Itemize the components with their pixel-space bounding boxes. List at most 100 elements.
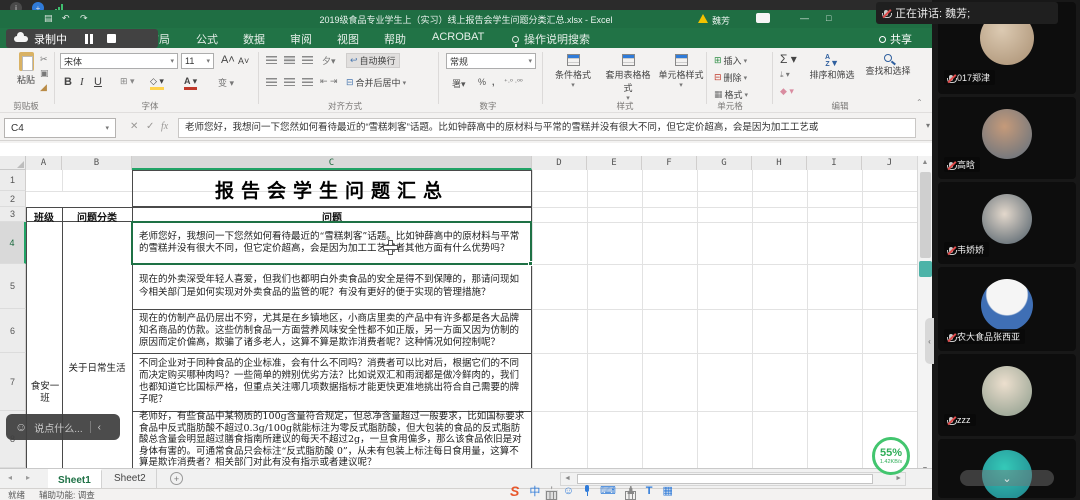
sort-filter-button[interactable]: AZ▼ 排序和筛选 (806, 54, 858, 81)
copy-icon[interactable]: ▣ (40, 68, 49, 79)
decimal-icons[interactable]: ⁺·⁰ ·⁰⁰ (504, 78, 523, 86)
sheet-tab-sheet2[interactable]: Sheet2 (104, 469, 157, 489)
tab-formulas[interactable]: 公式 (196, 31, 218, 47)
participant-tile[interactable]: ⌄ (938, 439, 1076, 498)
share-button[interactable]: 共享 (879, 31, 912, 47)
merge-center-button[interactable]: ⊟合并后居中▾ (346, 76, 406, 89)
italic-button[interactable]: I (80, 76, 84, 88)
cell-C6[interactable]: 现在的仿制产品仍层出不穷，尤其是在乡镇地区，小商店里卖的产品中有许多都是各大品牌… (133, 310, 531, 352)
cell-class-value[interactable]: 食安一班 (30, 381, 60, 405)
delete-cells-button[interactable]: ⊟删除▾ (714, 71, 747, 84)
stop-recording-button[interactable] (107, 34, 116, 43)
col-header-I[interactable]: I (807, 156, 862, 170)
row-header-3[interactable]: 3 (0, 207, 26, 222)
col-header-F[interactable]: F (642, 156, 697, 170)
tell-me-search[interactable]: 操作说明搜索 (512, 31, 590, 47)
font-size-select[interactable]: 11▾ (181, 53, 214, 69)
align-top-icon[interactable] (266, 56, 277, 64)
col-header-A[interactable]: A (26, 156, 62, 170)
ribbon-options-icon[interactable] (756, 13, 770, 23)
maximize-button[interactable]: □ (826, 13, 831, 23)
font-color-icon[interactable]: A ▾ (184, 76, 197, 90)
expand-formula-bar-icon[interactable]: ▾ (926, 121, 930, 130)
sogou-logo[interactable]: S (510, 483, 519, 499)
chinese-mode-icon[interactable]: 中 (529, 483, 540, 499)
pause-recording-button[interactable] (85, 34, 93, 44)
bold-button[interactable]: B (64, 76, 72, 88)
punctuation-icon[interactable]: ’ (550, 485, 552, 497)
row-header-1[interactable]: 1 (0, 170, 26, 191)
fill-color-icon[interactable]: ◇ ▾ (150, 76, 164, 90)
selection-fill-handle[interactable] (528, 261, 533, 266)
cell-styles-button[interactable]: 单元格样式 ▾ (658, 54, 704, 89)
col-header-H[interactable]: H (752, 156, 807, 170)
grid-icon[interactable]: ▦ (663, 484, 673, 497)
tab-data[interactable]: 数据 (243, 31, 265, 47)
participant-tile[interactable]: 高晗 (938, 97, 1076, 179)
col-header-C[interactable]: C (132, 156, 532, 170)
status-accessibility[interactable]: 辅助功能: 调查 (39, 489, 95, 500)
grow-font-icon[interactable]: A˄ (221, 54, 235, 66)
participant-tile[interactable]: 韦娇娇 (938, 182, 1076, 264)
emoji-picker-icon[interactable]: ☺ (563, 485, 574, 497)
collapse-ribbon-icon[interactable]: ⌃ (916, 98, 923, 107)
align-bottom-icon[interactable] (302, 56, 313, 64)
cell-C5[interactable]: 现在的外卖深受年轻人喜爱，但我们也都明白外卖食品的安全是得不到保障的，那请问现如… (133, 265, 531, 308)
sheet-nav-next-icon[interactable]: ▸ (26, 473, 30, 482)
cut-icon[interactable]: ✂ (40, 54, 48, 65)
col-header-B[interactable]: B (62, 156, 132, 170)
formula-input[interactable]: 老师您好，我想问一下您然如何看待最近的“雪糕刺客”话题。比如钟薛高中的原材料与平… (178, 118, 916, 138)
orientation-icon[interactable]: 夕▾ (322, 54, 336, 67)
toolbox-icon[interactable]: ♟ (626, 484, 636, 497)
skin-icon[interactable]: T (646, 485, 653, 497)
format-as-table-button[interactable]: 套用表格格式 ▾ (602, 54, 654, 102)
col-header-E[interactable]: E (587, 156, 642, 170)
format-painter-icon[interactable]: ◢ (40, 82, 47, 93)
row-header-5[interactable]: 5 (0, 264, 26, 309)
row-header-2[interactable]: 2 (0, 191, 26, 207)
align-right-icon[interactable] (302, 78, 313, 86)
align-center-icon[interactable] (284, 78, 295, 86)
minimize-button[interactable]: — (800, 13, 809, 23)
conditional-formatting-button[interactable]: 条件格式 ▾ (550, 54, 596, 89)
col-header-G[interactable]: G (697, 156, 752, 170)
emoji-icon[interactable]: ☺ (15, 420, 27, 434)
cell-C8[interactable]: 老师好，有些食品中某物质的100g含量符合规定，但总净含量超过一般要求，比如国标… (133, 412, 531, 468)
autosum-icon[interactable]: Σ ▾ (780, 52, 797, 66)
shrink-font-icon[interactable]: A˅ (238, 56, 249, 66)
wrap-text-button[interactable]: ↩自动换行 (346, 53, 400, 68)
cell-category-value[interactable]: 关于日常生活 (64, 363, 130, 375)
find-select-button[interactable]: 查找和选择 (862, 54, 914, 77)
account-name[interactable]: 魏芳 (712, 14, 730, 27)
sheet-grid[interactable]: A B C D E F G H I J 1 2 3 4 5 6 7 8 (0, 143, 932, 468)
currency-icon[interactable]: 署▾ (452, 77, 466, 90)
insert-cells-button[interactable]: ⊞插入▾ (714, 54, 747, 67)
performance-badge[interactable]: 55% 1.42KB/s (872, 437, 910, 475)
participant-tile[interactable]: zzz (938, 354, 1076, 436)
number-format-select[interactable]: 常规▾ (446, 53, 536, 69)
paste-button[interactable]: 粘贴 (8, 52, 44, 86)
row-header-4[interactable]: 4 (0, 222, 26, 264)
indent-icons[interactable]: ⇤ ⇥ (320, 76, 338, 87)
vertical-scroll-thumb[interactable] (920, 172, 931, 258)
cancel-icon[interactable]: ✕ (130, 121, 138, 132)
col-header-D[interactable]: D (532, 156, 587, 170)
fill-icon[interactable]: ⤓ ▾ (780, 70, 790, 80)
select-all-corner[interactable] (0, 156, 26, 170)
chat-input-placeholder[interactable]: 说点什么... (34, 420, 82, 435)
underline-button[interactable]: U (94, 76, 102, 88)
name-box[interactable]: C4▾ (4, 118, 116, 138)
comma-style-icon[interactable]: , (492, 77, 495, 87)
chevron-down-button[interactable]: ⌄ (960, 470, 1054, 486)
borders-icon[interactable]: ⊞ ▾ (120, 76, 135, 87)
tab-help[interactable]: 帮助 (384, 31, 406, 47)
voice-icon[interactable] (584, 485, 590, 497)
align-middle-icon[interactable] (284, 56, 295, 64)
align-left-icon[interactable] (266, 78, 277, 86)
percent-icon[interactable]: % (478, 77, 486, 87)
tab-review[interactable]: 审阅 (290, 31, 312, 47)
enter-icon[interactable]: ✓ (146, 121, 154, 132)
tab-acrobat[interactable]: ACROBAT (432, 31, 484, 43)
scroll-up-icon[interactable]: ▲ (918, 159, 932, 166)
row-header-7[interactable]: 7 (0, 353, 26, 411)
